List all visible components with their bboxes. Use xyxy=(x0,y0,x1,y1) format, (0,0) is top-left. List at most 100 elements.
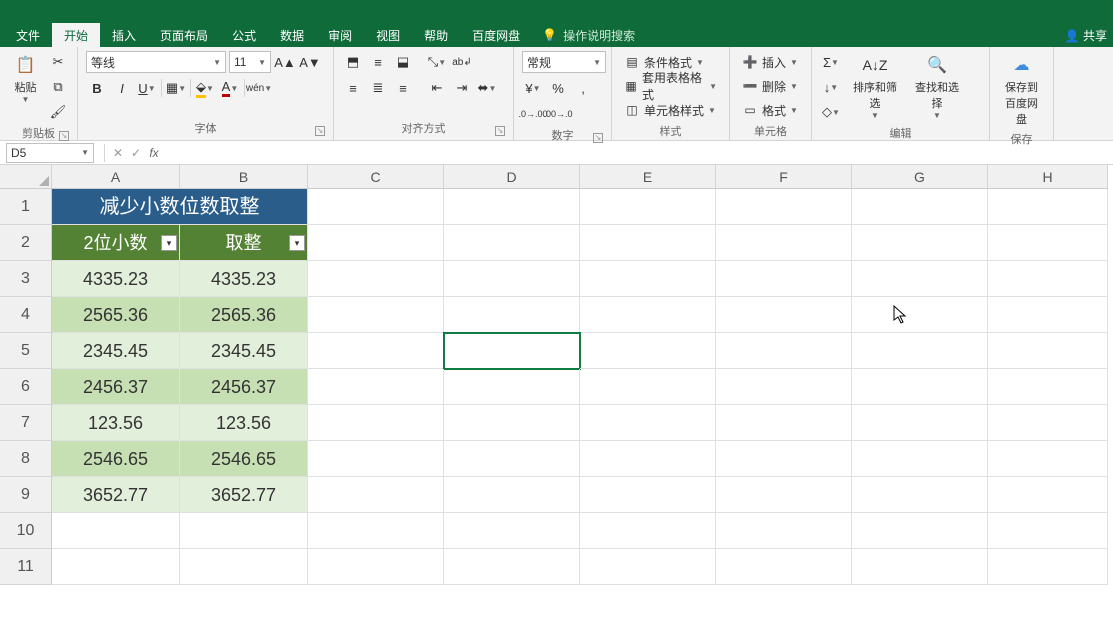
cell-E8[interactable] xyxy=(580,441,716,477)
cell-G5[interactable] xyxy=(852,333,988,369)
cell-F11[interactable] xyxy=(716,549,852,585)
share-button[interactable]: 👤 共享 xyxy=(1065,27,1107,44)
cell-D6[interactable] xyxy=(444,369,580,405)
tab-file[interactable]: 文件 xyxy=(4,23,52,48)
row-header-4[interactable]: 4 xyxy=(0,297,52,333)
cell-G3[interactable] xyxy=(852,261,988,297)
align-bottom-button[interactable]: ⬓ xyxy=(392,51,414,73)
cell-H1[interactable] xyxy=(988,189,1108,225)
tell-me-search[interactable]: 💡 操作说明搜索 xyxy=(542,27,635,44)
cell-B9[interactable]: 3652.77 xyxy=(180,477,308,513)
cell-B2[interactable]: 取整▾ xyxy=(180,225,308,261)
alignment-launcher[interactable]: ↘ xyxy=(495,126,505,136)
cell-H10[interactable] xyxy=(988,513,1108,549)
cell-H9[interactable] xyxy=(988,477,1108,513)
phonetic-button[interactable]: wén▼ xyxy=(248,77,270,99)
cell-E4[interactable] xyxy=(580,297,716,333)
column-header-E[interactable]: E xyxy=(580,165,716,189)
cell-D1[interactable] xyxy=(444,189,580,225)
cell-C11[interactable] xyxy=(308,549,444,585)
tab-review[interactable]: 审阅 xyxy=(316,23,364,48)
row-header-8[interactable]: 8 xyxy=(0,441,52,477)
cell-A4[interactable]: 2565.36 xyxy=(52,297,180,333)
cell-D2[interactable] xyxy=(444,225,580,261)
name-box[interactable]: D5▼ xyxy=(6,143,94,163)
align-middle-button[interactable]: ≡ xyxy=(367,51,389,73)
delete-cells-button[interactable]: ➖删除▼ xyxy=(738,75,802,97)
orientation-button[interactable]: ⤡▼ xyxy=(426,51,448,73)
row-header-10[interactable]: 10 xyxy=(0,513,52,549)
cell-G10[interactable] xyxy=(852,513,988,549)
autosum-button[interactable]: Σ▼ xyxy=(820,51,842,73)
format-painter-button[interactable]: 🖌 xyxy=(47,101,69,123)
cell-A9[interactable]: 3652.77 xyxy=(52,477,180,513)
increase-decimal-button[interactable]: .0→.00 xyxy=(522,103,544,125)
find-select-button[interactable]: 🔍 查找和选择 ▼ xyxy=(908,51,966,122)
save-baidu-button[interactable]: ☁ 保存到 百度网盘 xyxy=(998,51,1045,129)
cell-F3[interactable] xyxy=(716,261,852,297)
cell-B5[interactable]: 2345.45 xyxy=(180,333,308,369)
tab-view[interactable]: 视图 xyxy=(364,23,412,48)
cut-button[interactable]: ✂ xyxy=(47,51,69,73)
formula-input[interactable] xyxy=(163,143,1113,163)
cell-D10[interactable] xyxy=(444,513,580,549)
row-header-2[interactable]: 2 xyxy=(0,225,52,261)
decrease-decimal-button[interactable]: .00→.0 xyxy=(547,103,569,125)
format-cells-button[interactable]: ▭格式▼ xyxy=(738,99,802,121)
fill-button[interactable]: ↓▼ xyxy=(820,76,842,98)
cell-C4[interactable] xyxy=(308,297,444,333)
cell-H2[interactable] xyxy=(988,225,1108,261)
cell-E9[interactable] xyxy=(580,477,716,513)
cell-E3[interactable] xyxy=(580,261,716,297)
align-top-button[interactable]: ⬒ xyxy=(342,51,364,73)
wrap-text-button[interactable]: ab↲ xyxy=(451,51,473,73)
cell-D7[interactable] xyxy=(444,405,580,441)
cell-H5[interactable] xyxy=(988,333,1108,369)
cell-E2[interactable] xyxy=(580,225,716,261)
row-header-11[interactable]: 11 xyxy=(0,549,52,585)
cell-H3[interactable] xyxy=(988,261,1108,297)
number-launcher[interactable]: ↘ xyxy=(593,133,603,143)
cell-B11[interactable] xyxy=(180,549,308,585)
increase-indent-button[interactable]: ⇥ xyxy=(451,77,473,99)
row-header-3[interactable]: 3 xyxy=(0,261,52,297)
sort-filter-button[interactable]: A↓Z 排序和筛选 ▼ xyxy=(846,51,904,122)
currency-button[interactable]: ¥▼ xyxy=(522,77,544,99)
cell-B3[interactable]: 4335.23 xyxy=(180,261,308,297)
cell-A2[interactable]: 2位小数▾ xyxy=(52,225,180,261)
cell-A11[interactable] xyxy=(52,549,180,585)
cell-E5[interactable] xyxy=(580,333,716,369)
row-header-9[interactable]: 9 xyxy=(0,477,52,513)
column-header-H[interactable]: H xyxy=(988,165,1108,189)
cell-E1[interactable] xyxy=(580,189,716,225)
cell-F10[interactable] xyxy=(716,513,852,549)
cell-E11[interactable] xyxy=(580,549,716,585)
cell-E6[interactable] xyxy=(580,369,716,405)
cell-B10[interactable] xyxy=(180,513,308,549)
number-format-combo[interactable]: 常规▼ xyxy=(522,51,606,73)
cell-C7[interactable] xyxy=(308,405,444,441)
cell-H4[interactable] xyxy=(988,297,1108,333)
insert-cells-button[interactable]: ➕插入▼ xyxy=(738,51,802,73)
cell-D8[interactable] xyxy=(444,441,580,477)
cell-H8[interactable] xyxy=(988,441,1108,477)
cell-A10[interactable] xyxy=(52,513,180,549)
cell-F2[interactable] xyxy=(716,225,852,261)
cell-G9[interactable] xyxy=(852,477,988,513)
cell-G11[interactable] xyxy=(852,549,988,585)
select-all-corner[interactable] xyxy=(0,165,52,189)
table-format-button[interactable]: ▦套用表格格式▼ xyxy=(620,75,721,97)
cell-F7[interactable] xyxy=(716,405,852,441)
decrease-font-button[interactable]: A▼ xyxy=(299,51,321,73)
cell-styles-button[interactable]: ◫单元格样式▼ xyxy=(620,99,720,121)
column-header-B[interactable]: B xyxy=(180,165,308,189)
cell-C2[interactable] xyxy=(308,225,444,261)
tab-data[interactable]: 数据 xyxy=(268,23,316,48)
cell-H7[interactable] xyxy=(988,405,1108,441)
underline-button[interactable]: U▼ xyxy=(136,77,158,99)
tab-formulas[interactable]: 公式 xyxy=(220,23,268,48)
cell-E10[interactable] xyxy=(580,513,716,549)
column-header-F[interactable]: F xyxy=(716,165,852,189)
cell-A3[interactable]: 4335.23 xyxy=(52,261,180,297)
font-color-button[interactable]: A▼ xyxy=(219,77,241,99)
